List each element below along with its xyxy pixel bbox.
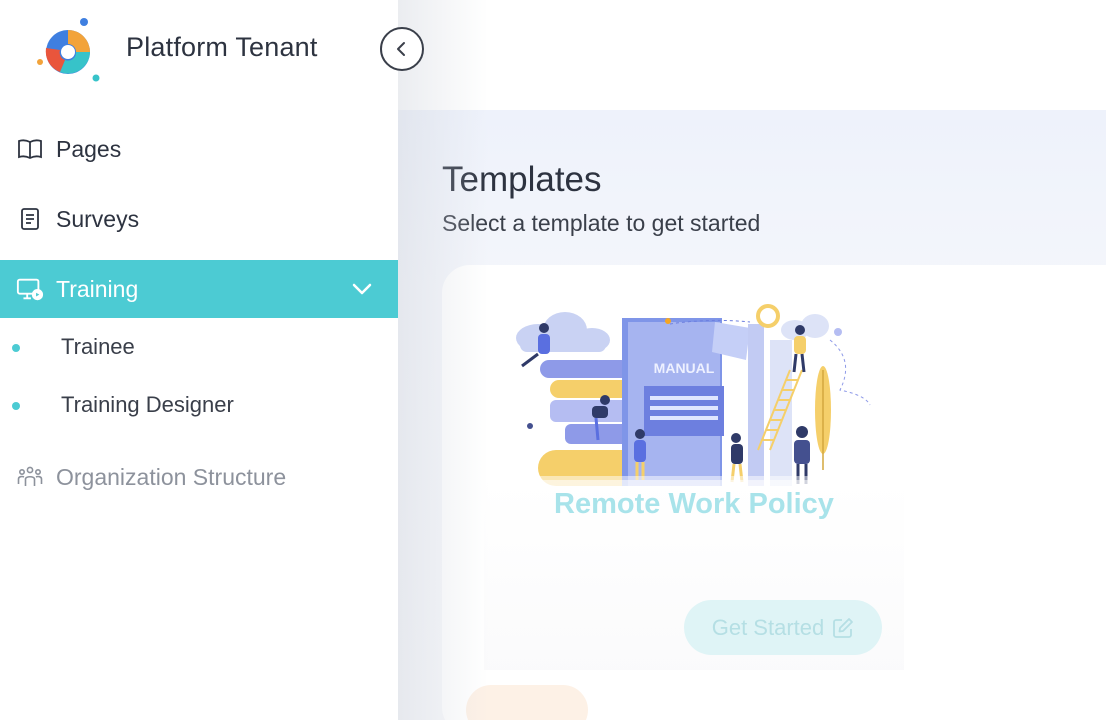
monitor-icon [16,275,44,303]
bullet-dot-icon [12,344,20,352]
edit-icon [833,617,854,638]
manual-illustration: MANUAL [510,304,880,486]
sidebar-item-label: Pages [56,135,122,162]
chevron-left-icon [397,42,405,56]
sidebar-subitem-label: Training Designer [61,392,234,417]
brand-header: Platform Tenant [0,0,398,100]
sidebar-item-pages[interactable]: Pages [0,118,398,180]
people-icon [16,463,44,491]
sidebar-subitem-label: Trainee [61,334,135,359]
sidebar-item-organization-structure[interactable]: Organization Structure [0,446,398,508]
illustration-manual-label: MANUAL [654,360,715,376]
sidebar: Platform Tenant Pages Surveys Training T… [0,0,398,720]
brand-name: Platform Tenant [126,32,318,62]
sidebar-item-label: Organization Structure [56,463,287,490]
chevron-down-icon[interactable] [350,276,374,306]
sidebar-item-training[interactable]: Training [0,260,398,318]
book-icon [16,135,44,163]
document-icon [16,205,44,233]
template-card-title: Remote Work Policy [554,488,834,520]
sidebar-nav: Pages Surveys Training Trainee Training … [0,118,398,508]
get-started-label: Get Started [711,614,825,640]
page-subtitle: Select a template to get started [442,210,761,236]
sidebar-subitem-training-designer[interactable]: Training Designer [0,376,398,434]
platform-logo-icon [37,18,100,82]
collapse-sidebar-button[interactable] [380,27,424,71]
bullet-dot-icon [12,402,20,410]
get-started-button[interactable]: Get Started [684,600,882,655]
sidebar-item-label: Training [56,275,139,302]
sidebar-item-surveys[interactable]: Surveys [0,188,398,250]
sidebar-item-label: Surveys [56,205,140,232]
sidebar-shadow [398,0,488,720]
sidebar-subitem-trainee[interactable]: Trainee [0,318,398,376]
